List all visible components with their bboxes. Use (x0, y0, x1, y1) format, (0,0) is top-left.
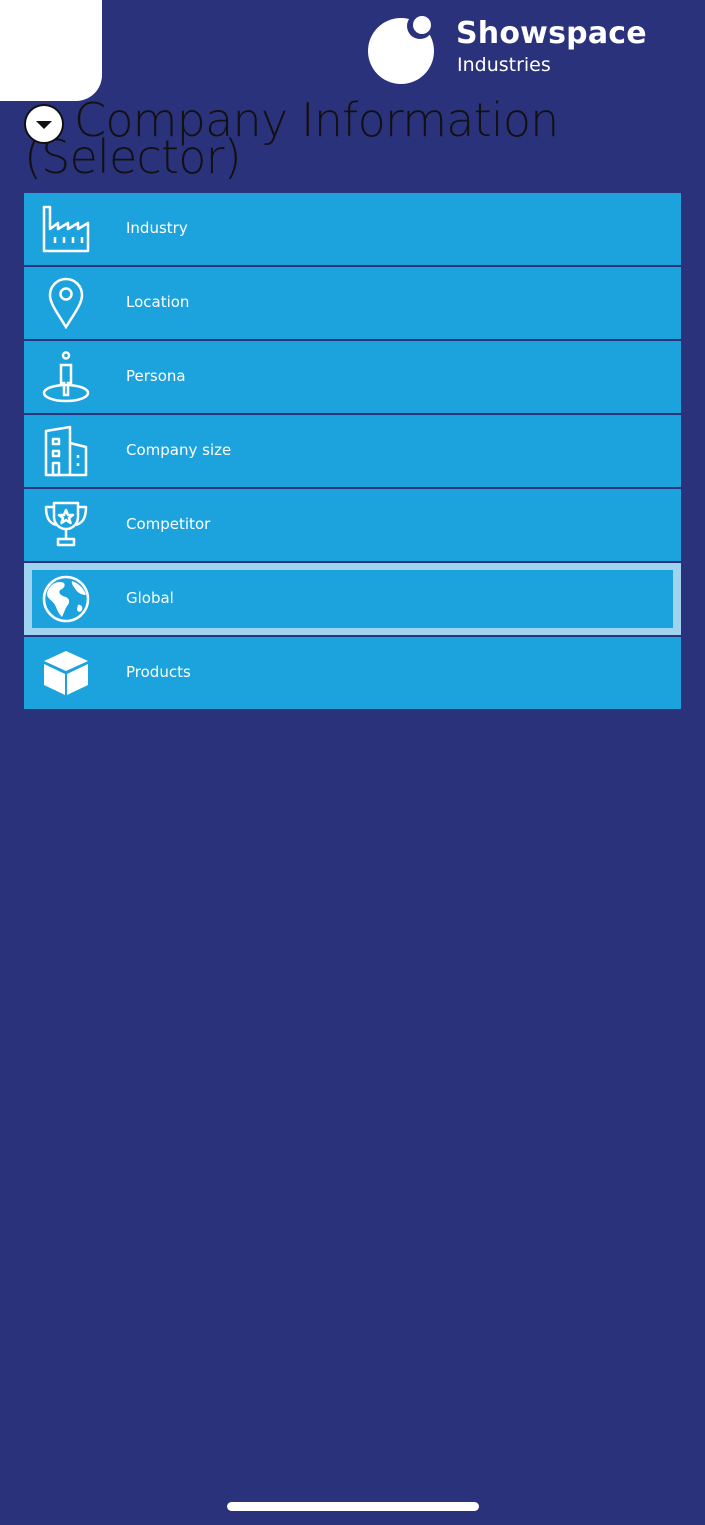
map-pin-icon (48, 277, 84, 329)
list-item-industry[interactable]: Industry (24, 193, 681, 265)
brand-logo: Showspace Industries (366, 14, 656, 88)
dropdown-toggle-button[interactable] (24, 104, 64, 144)
page-title: Company Information (Selector) (24, 93, 624, 184)
list-item-label: Location (126, 293, 190, 311)
list-item-label: Products (126, 663, 191, 681)
factory-icon (42, 205, 90, 253)
list-item-products[interactable]: Products (24, 637, 681, 709)
corner-card (0, 0, 102, 101)
building-icon (44, 425, 88, 477)
page-title-text: Company Information (Selector) (24, 93, 559, 184)
list-item-persona[interactable]: Persona (24, 341, 681, 413)
list-item-location[interactable]: Location (24, 267, 681, 339)
selector-list: Industry Location Persona Company size C… (24, 193, 681, 711)
logo-mark-icon (368, 14, 434, 84)
brand-name: Showspace (456, 16, 647, 51)
globe-icon (42, 575, 90, 623)
list-item-company-size[interactable]: Company size (24, 415, 681, 487)
box-icon (44, 651, 88, 695)
list-item-label: Industry (126, 219, 188, 237)
person-icon (42, 351, 90, 403)
list-item-label: Company size (126, 441, 232, 459)
brand-subtitle: Industries (457, 54, 551, 76)
list-item-label: Persona (126, 367, 186, 385)
list-item-label: Competitor (126, 515, 211, 533)
list-item-global[interactable]: Global (24, 563, 681, 635)
caret-down-icon (36, 121, 52, 129)
trophy-icon (44, 501, 88, 547)
home-indicator[interactable] (227, 1502, 479, 1511)
list-item-competitor[interactable]: Competitor (24, 489, 681, 561)
list-item-label: Global (126, 589, 174, 607)
